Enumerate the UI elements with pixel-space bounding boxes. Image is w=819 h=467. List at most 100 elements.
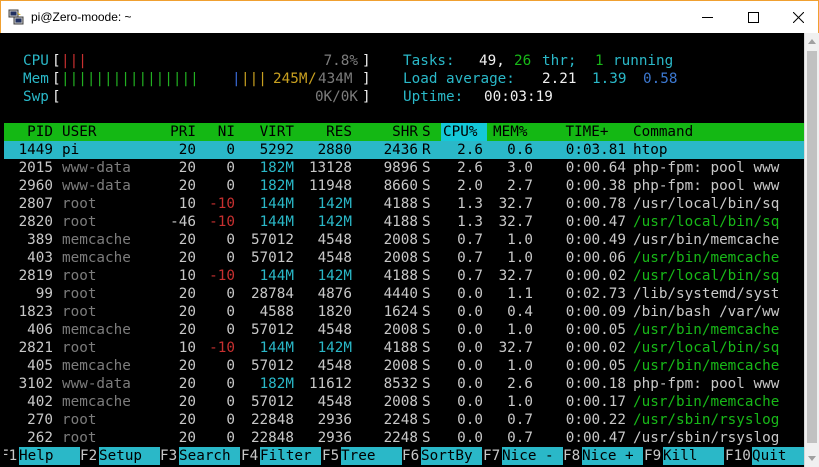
process-row[interactable]: 2960 www-data 20 0 182M 11948 8660 S 2.0 2.7 0:00.… — [4, 177, 804, 195]
fkey-f9[interactable]: F9 — [644, 447, 661, 465]
process-row[interactable]: 2015 www-data 20 0 182M 13128 9896 S 2.6 3.0 0:00.… — [4, 159, 804, 177]
column-header-cmd[interactable]: Command — [633, 123, 804, 141]
process-row[interactable]: 2807 root 10 -10 144M 142M 4188 S 1.3 32.7 0:00.78… — [4, 195, 804, 213]
column-header-ni[interactable]: NI — [200, 123, 235, 141]
cell-s: S — [422, 232, 431, 248]
column-header-shr[interactable]: SHR — [354, 123, 418, 141]
fkey-f1[interactable]: F1 — [4, 447, 17, 465]
cell-pid: 3102 — [18, 376, 53, 392]
cell-user: root — [62, 412, 97, 428]
cell-shr: 8532 — [383, 376, 418, 392]
fkey-label-f5[interactable]: Tree — [341, 447, 402, 465]
cell-pri: 20 — [178, 178, 196, 194]
fkey-label-f3[interactable]: Search — [179, 447, 240, 465]
column-header[interactable]: PID USER PRI NI VIRT RES SHR S CPU% MEM% TIME+ Comm… — [4, 123, 804, 141]
cell-user: root — [62, 304, 97, 320]
process-row[interactable]: 405 memcache 20 0 57012 4548 2008 S 0.0 1.0 0:00.0… — [4, 357, 804, 375]
process-row[interactable]: 2821 root 10 -10 144M 142M 4188 S 0.0 32.7 0:00.02… — [4, 339, 804, 357]
fkey-label-f7[interactable]: Nice - — [502, 447, 563, 465]
column-header-mem[interactable]: MEM% — [493, 123, 538, 141]
fkey-label-f4[interactable]: Filter — [260, 447, 321, 465]
fkey-label-f2[interactable]: Setup — [99, 447, 160, 465]
column-header-pri[interactable]: PRI — [154, 123, 196, 141]
fkey-f6[interactable]: F6 — [402, 447, 419, 465]
process-row[interactable]: 2820 root -46 -10 144M 142M 4188 S 1.3 32.7 0:00.4… — [4, 213, 804, 231]
window-title: pi@Zero-moode: ~ — [31, 10, 132, 24]
cell-s: S — [422, 160, 431, 176]
process-row[interactable]: 2819 root 10 -10 144M 142M 4188 S 0.7 32.7 0:00.02… — [4, 267, 804, 285]
process-row[interactable]: 270 root 20 0 22848 2936 2248 S 0.0 0.7 0:00.22/us… — [4, 411, 804, 429]
column-header-res[interactable]: RES — [296, 123, 352, 141]
cell-ni: -10 — [209, 196, 235, 212]
fkey-f5[interactable]: F5 — [322, 447, 339, 465]
cell-ni: 0 — [226, 304, 235, 320]
cell-virt: 22848 — [250, 430, 294, 446]
scroll-thumb[interactable] — [807, 51, 817, 443]
cell-res: 142M — [317, 214, 352, 230]
fkey-f7[interactable]: F7 — [483, 447, 500, 465]
terminal-area[interactable]: CPU[||| 7.8%] Mem[|||||||||||||||| | ||| 245… — [4, 33, 804, 467]
column-header-time[interactable]: TIME+ — [544, 123, 630, 141]
column-header-cpu[interactable]: CPU% — [441, 123, 487, 141]
process-row[interactable]: 99 root 20 0 28784 4876 4440 S 0.0 1.1 0:02.73/lib… — [4, 285, 804, 303]
cell-res: 2936 — [317, 430, 352, 446]
fkey-label-f1[interactable]: Help — [19, 447, 80, 465]
fkey-label-f10[interactable]: Quit — [752, 447, 804, 465]
fkey-f2[interactable]: F2 — [80, 447, 97, 465]
process-row[interactable]: 3102 www-data 20 0 182M 11612 8532 S 0.0 2.6 0:00.… — [4, 375, 804, 393]
scroll-down-icon[interactable] — [808, 456, 816, 461]
cell-time: 0:00.47 — [565, 214, 626, 230]
cell-ni: 0 — [226, 376, 235, 392]
cell-virt: 28784 — [250, 286, 294, 302]
cell-pid: 270 — [27, 412, 53, 428]
scroll-up-icon[interactable] — [808, 39, 816, 44]
column-header-s[interactable]: S — [422, 123, 436, 141]
process-row[interactable]: 1823 root 20 0 4588 1820 1624 S 0.0 0.4 0:00.09/bi… — [4, 303, 804, 321]
fkey-label-f6[interactable]: SortBy — [421, 447, 482, 465]
cell-pid: 2015 — [18, 160, 53, 176]
fkey-label-f8[interactable]: Nice + — [582, 447, 643, 465]
fkey-f3[interactable]: F3 — [160, 447, 177, 465]
process-row[interactable]: 403 memcache 20 0 57012 4548 2008 S 0.7 1.0 0:00.0… — [4, 249, 804, 267]
maximize-button[interactable] — [731, 1, 776, 33]
cell-pid: 2819 — [18, 268, 53, 284]
cell-user: www-data — [62, 178, 131, 194]
cell-ni: 0 — [226, 430, 235, 446]
fkey-f10[interactable]: F10 — [725, 447, 751, 465]
fkey-f4[interactable]: F4 — [241, 447, 258, 465]
cell-res: 2936 — [317, 412, 352, 428]
column-header-virt[interactable]: VIRT — [238, 123, 294, 141]
load-1: 2.21 — [542, 71, 577, 87]
column-header-user[interactable]: USER — [62, 123, 158, 141]
load-label: Load average: — [403, 71, 515, 87]
function-key-bar[interactable]: F1 Help F2 Setup F3 Search F4 Filter F5 Tree F6… — [4, 447, 804, 465]
close-button[interactable] — [776, 1, 819, 33]
cell-time: 0:00.09 — [565, 304, 626, 320]
cell-mem: 1.1 — [507, 286, 533, 302]
cell-time: 0:00.47 — [565, 430, 626, 446]
column-header-pid[interactable]: PID — [4, 123, 53, 141]
cell-pid: 406 — [27, 322, 53, 338]
cell-res: 1820 — [317, 304, 352, 320]
fkey-f8[interactable]: F8 — [563, 447, 580, 465]
title-bar[interactable]: pi@Zero-moode: ~ — [0, 0, 819, 33]
process-row[interactable]: 402 memcache 20 0 57012 4548 2008 S 0.0 1.0 0:00.1… — [4, 393, 804, 411]
scrollbar[interactable] — [804, 33, 819, 467]
process-row[interactable]: 262 root 20 0 22848 2936 2248 S 0.0 0.7 0:00.47/us… — [4, 429, 804, 447]
cell-mem: 32.7 — [498, 268, 533, 284]
cell-res: 4548 — [317, 250, 352, 266]
cell-pri: 20 — [178, 304, 196, 320]
process-row[interactable]: 406 memcache 20 0 57012 4548 2008 S 0.0 1.0 0:00.0… — [4, 321, 804, 339]
cell-pri: 20 — [178, 160, 196, 176]
cell-cpu: 0.0 — [457, 322, 483, 338]
cell-mem: 32.7 — [498, 340, 533, 356]
cell-res: 4548 — [317, 394, 352, 410]
process-row[interactable]: 389 memcache 20 0 57012 4548 2008 S 0.7 1.0 0:00.4… — [4, 231, 804, 249]
cell-ni: 0 — [226, 394, 235, 410]
process-row[interactable]: 1449 pi 20 0 5292 2880 2436 R 2.6 0.6 0:03.81 htop — [4, 141, 804, 159]
maximize-icon — [748, 11, 759, 23]
minimize-button[interactable] — [685, 1, 730, 33]
cell-cpu: 1.3 — [457, 196, 483, 212]
cell-mem: 1.0 — [507, 250, 533, 266]
fkey-label-f9[interactable]: Kill — [663, 447, 724, 465]
